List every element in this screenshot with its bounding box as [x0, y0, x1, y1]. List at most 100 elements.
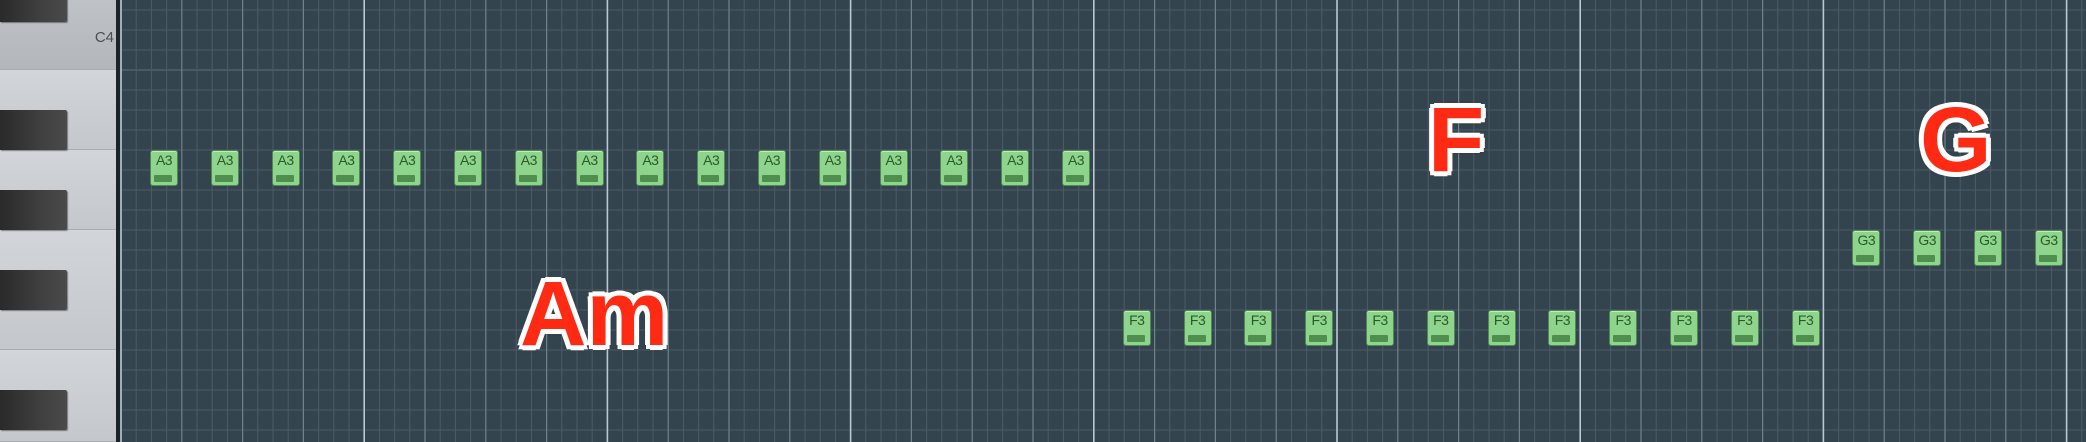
note-velocity-bar [1552, 335, 1571, 342]
note-velocity-bar [1309, 335, 1328, 342]
note-label: A3 [216, 152, 234, 168]
note-a3[interactable]: A3 [454, 150, 482, 186]
note-f3[interactable]: F3 [1244, 310, 1273, 346]
note-f3[interactable]: F3 [1122, 310, 1151, 346]
note-velocity-bar [762, 175, 780, 182]
note-label: A3 [763, 152, 781, 168]
note-velocity-bar [579, 175, 598, 182]
note-label: A3 [520, 152, 538, 168]
note-a3[interactable]: A3 [210, 150, 239, 186]
chord-label-g: G [1920, 89, 1992, 191]
note-a3[interactable]: A3 [940, 150, 969, 186]
note-label: A3 [824, 152, 842, 168]
note-a3[interactable]: A3 [393, 150, 422, 186]
grid-lines [120, 0, 2086, 442]
note-label: A3 [946, 152, 963, 168]
note-label: F3 [1311, 312, 1328, 328]
note-label: A3 [459, 152, 477, 168]
note-a3[interactable]: A3 [332, 150, 361, 186]
note-velocity-bar [275, 175, 294, 182]
note-g3[interactable]: G3 [1974, 230, 2002, 266]
note-velocity-bar [1491, 335, 1510, 342]
note-a3[interactable]: A3 [575, 150, 604, 186]
note-velocity-bar [1795, 335, 1814, 342]
note-velocity-bar [397, 175, 416, 182]
note-f3[interactable]: F3 [1730, 310, 1759, 346]
note-velocity-bar [1978, 255, 1996, 262]
note-velocity-bar [1734, 335, 1753, 342]
note-velocity-bar [1187, 335, 1206, 342]
note-velocity-bar [1674, 335, 1692, 342]
note-label: A3 [277, 152, 295, 168]
note-velocity-bar [640, 175, 659, 182]
note-label: F3 [1433, 312, 1449, 328]
note-label: G3 [1857, 232, 1876, 248]
note-velocity-bar [1005, 175, 1024, 182]
note-f3[interactable]: F3 [1609, 310, 1638, 346]
note-label: A3 [155, 152, 173, 168]
note-velocity-bar [822, 175, 841, 182]
note-label: F3 [1797, 312, 1814, 328]
note-f3[interactable]: F3 [1670, 310, 1698, 346]
note-label: A3 [581, 152, 599, 168]
note-a3[interactable]: A3 [271, 150, 300, 186]
note-g3[interactable]: G3 [2034, 230, 2063, 266]
note-a3[interactable]: A3 [697, 150, 726, 186]
black-key-g-sharp3[interactable] [0, 190, 67, 230]
note-f3[interactable]: F3 [1183, 310, 1212, 346]
note-velocity-bar [701, 175, 720, 182]
black-key-f-sharp3[interactable] [0, 270, 67, 310]
note-a3[interactable]: A3 [758, 150, 786, 186]
note-a3[interactable]: A3 [1001, 150, 1030, 186]
note-velocity-bar [944, 175, 963, 182]
note-velocity-bar [1856, 255, 1875, 262]
note-velocity-bar [1917, 255, 1936, 262]
note-a3[interactable]: A3 [1062, 150, 1090, 186]
note-label: A3 [1067, 152, 1085, 168]
note-a3[interactable]: A3 [879, 150, 908, 186]
chord-label-f: F [1428, 89, 1485, 191]
piano-roll: C4 A3 A3 A3 A3 A3 A3 A3 A3 A3 A3 A3 A3 A3 A3 A3 A3 F3 F3 F… [0, 0, 2086, 442]
note-label: F3 [1129, 312, 1145, 328]
key-label-c4: C4 [94, 29, 114, 46]
black-key[interactable] [0, 0, 67, 22]
note-velocity-bar [214, 175, 233, 182]
note-f3[interactable]: F3 [1305, 310, 1334, 346]
note-a3[interactable]: A3 [150, 150, 178, 186]
note-velocity-bar [154, 175, 172, 182]
note-label: A3 [885, 152, 903, 168]
note-velocity-bar [2038, 255, 2057, 262]
note-a3[interactable]: A3 [636, 150, 665, 186]
note-label: F3 [1372, 312, 1388, 328]
note-g3[interactable]: G3 [1913, 230, 1942, 266]
note-label: A3 [338, 152, 355, 168]
note-velocity-bar [1126, 335, 1145, 342]
piano-keyboard[interactable]: C4 [0, 0, 118, 442]
note-velocity-bar [1613, 335, 1632, 342]
black-key-a-sharp3[interactable] [0, 110, 67, 150]
note-f3[interactable]: F3 [1366, 310, 1394, 346]
note-g3[interactable]: G3 [1852, 230, 1881, 266]
note-label: A3 [1007, 152, 1024, 168]
note-velocity-bar [1430, 335, 1449, 342]
note-label: F3 [1615, 312, 1632, 328]
note-grid[interactable]: A3 A3 A3 A3 A3 A3 A3 A3 A3 A3 A3 A3 A3 A3 A3 A3 F3 F3 F3 F3… [120, 0, 2086, 442]
note-label: F3 [1676, 312, 1692, 328]
note-label: G3 [1979, 232, 1997, 248]
note-f3[interactable]: F3 [1487, 310, 1516, 346]
note-velocity-bar [1370, 335, 1388, 342]
note-label: A3 [642, 152, 659, 168]
note-label: F3 [1554, 312, 1571, 328]
black-key-d-sharp3[interactable] [0, 390, 67, 430]
note-a3[interactable]: A3 [818, 150, 847, 186]
note-f3[interactable]: F3 [1791, 310, 1820, 346]
note-label: F3 [1250, 312, 1267, 328]
note-velocity-bar [1248, 335, 1267, 342]
note-label: A3 [399, 152, 416, 168]
note-a3[interactable]: A3 [514, 150, 543, 186]
note-f3[interactable]: F3 [1548, 310, 1577, 346]
chord-label-am: Am [520, 263, 669, 365]
note-velocity-bar [458, 175, 476, 182]
note-f3[interactable]: F3 [1426, 310, 1455, 346]
note-velocity-bar [518, 175, 537, 182]
